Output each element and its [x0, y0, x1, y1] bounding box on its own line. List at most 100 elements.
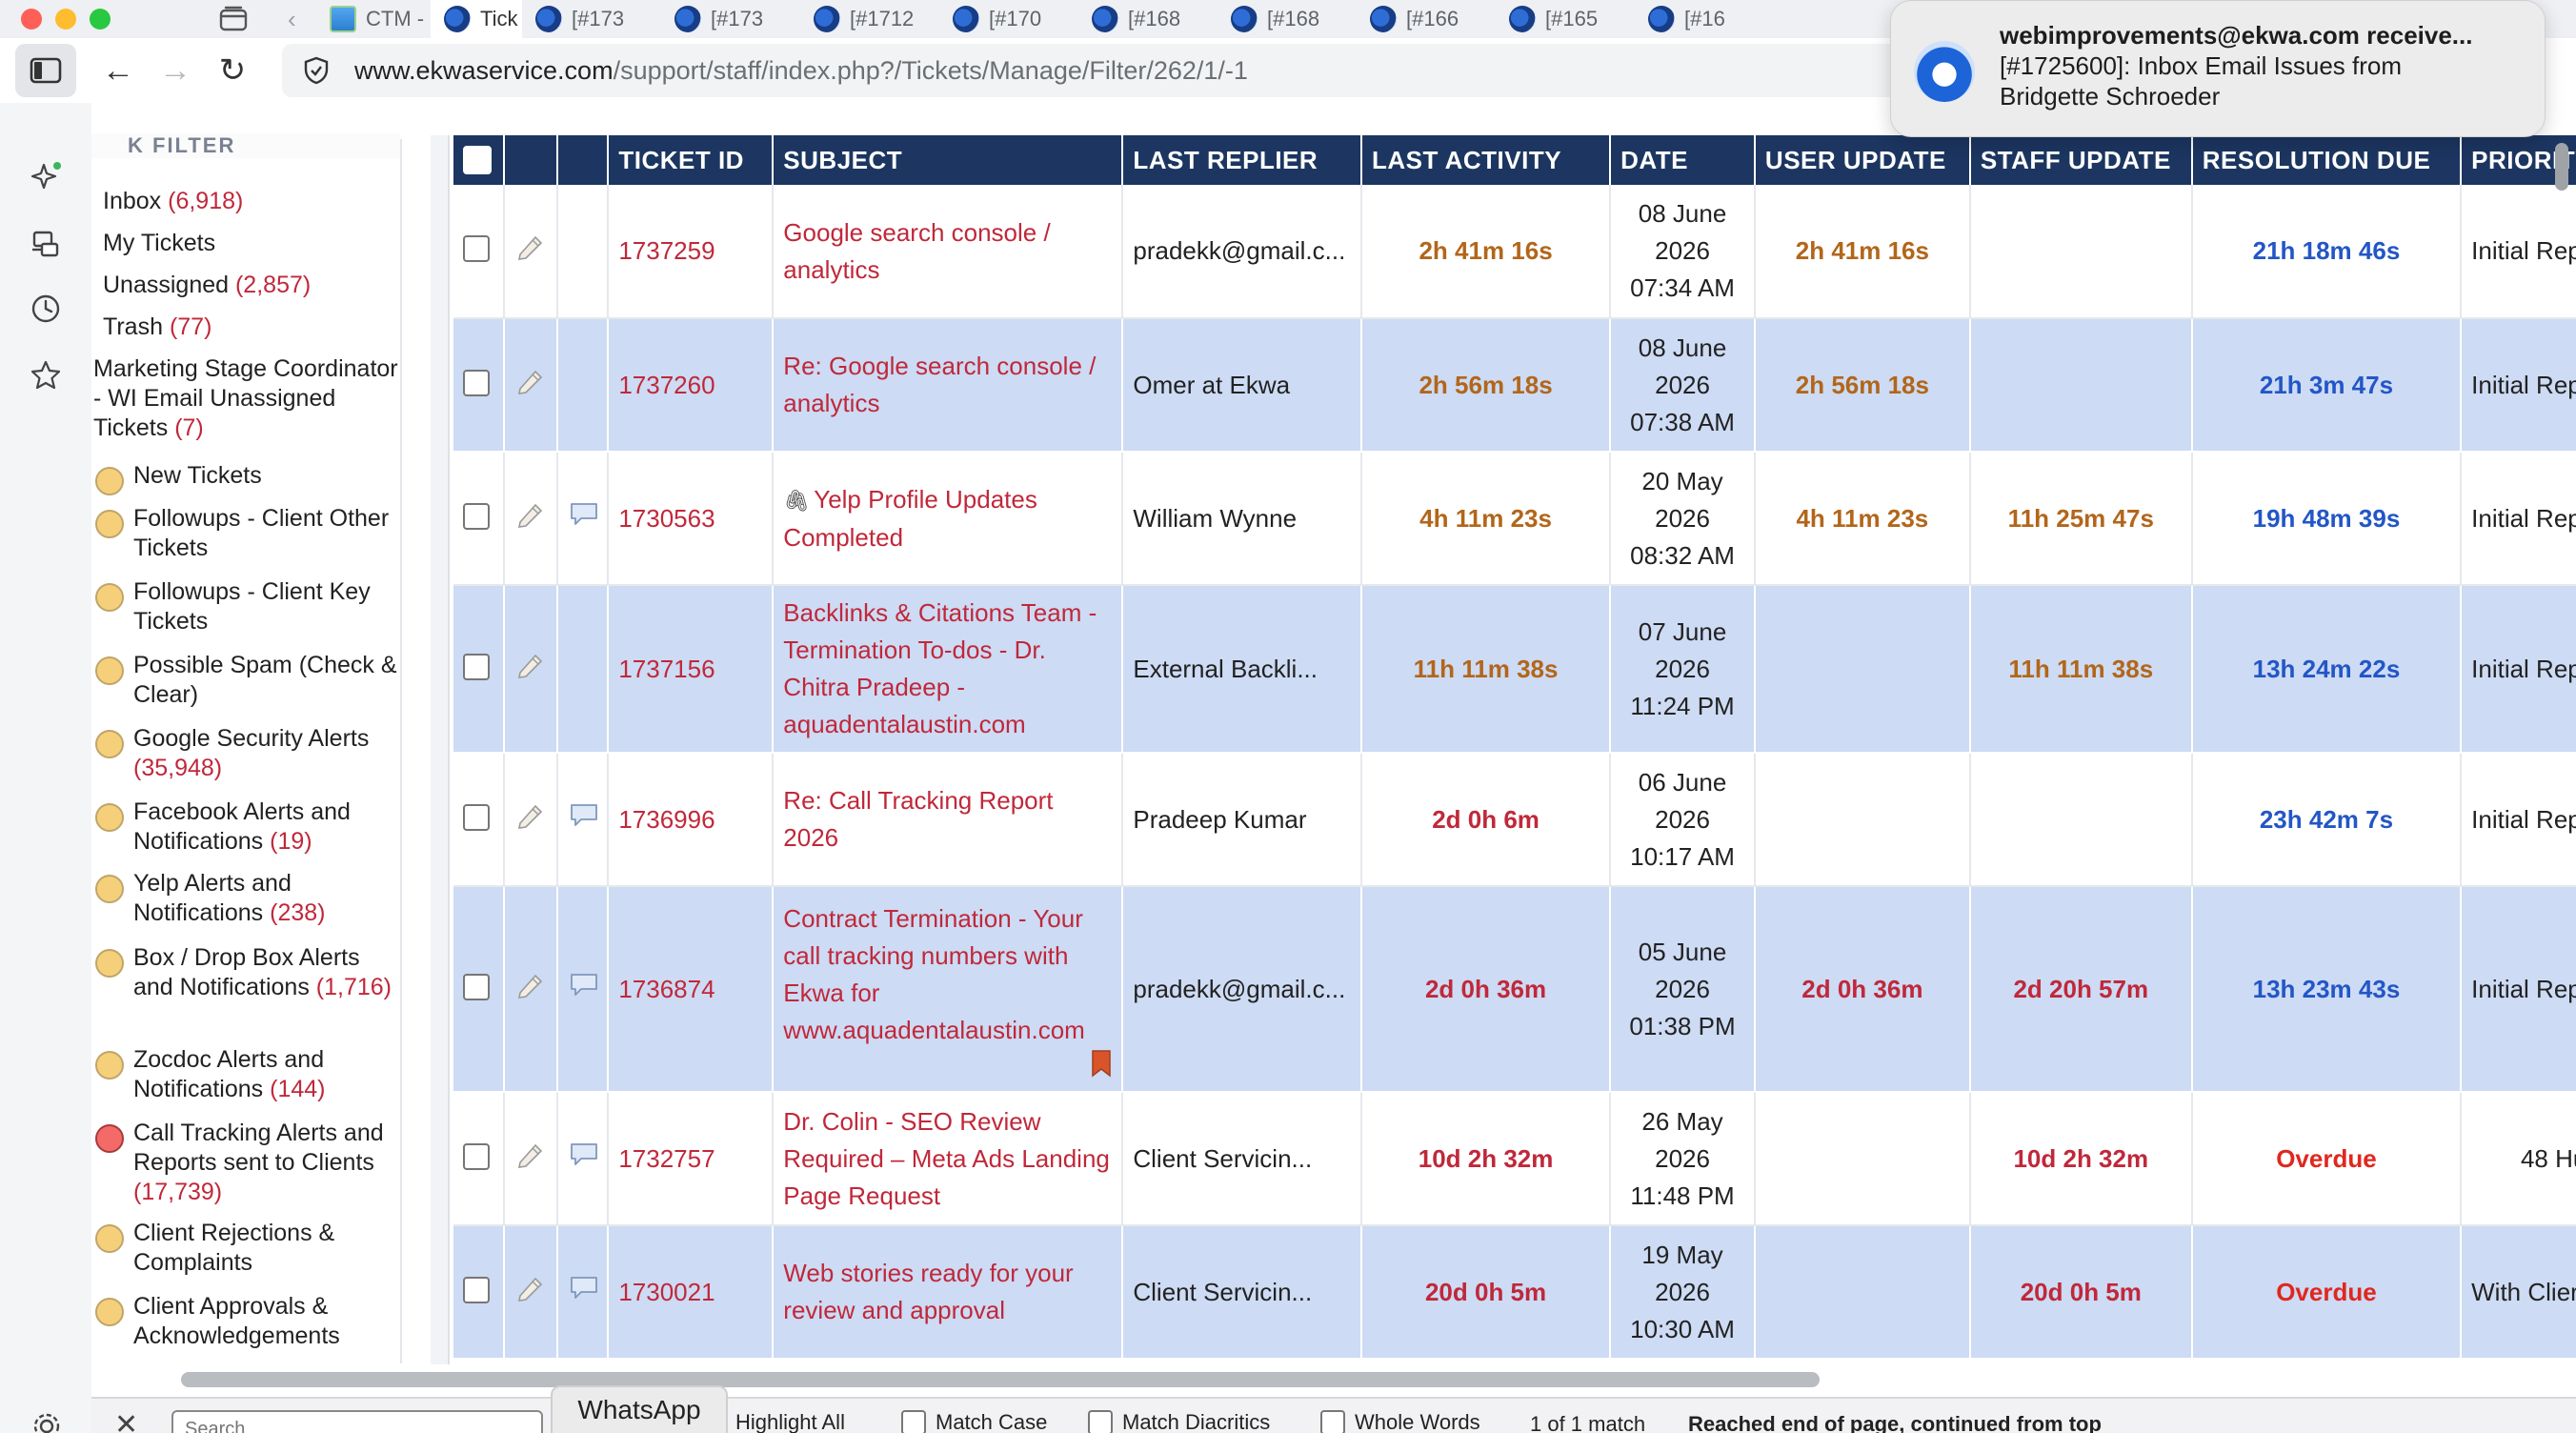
tab-scroll-left-icon[interactable]: ‹	[288, 5, 316, 34]
forward-arrow-icon[interactable]: →	[147, 44, 204, 97]
site-security-shield-icon[interactable]	[301, 55, 332, 86]
edit-pencil-icon[interactable]	[514, 1138, 547, 1170]
whole-words-option[interactable]: Whole Words	[1320, 1410, 1480, 1433]
subject-cell[interactable]: Dr. Colin - SEO Review Required – Meta A…	[773, 1092, 1124, 1226]
table-row[interactable]: 1730021 Web stories ready for your review…	[453, 1225, 2576, 1360]
ticket-id-cell[interactable]: 1737260	[608, 318, 775, 453]
edit-pencil-icon[interactable]	[514, 1271, 547, 1303]
row-checkbox[interactable]	[463, 369, 490, 396]
table-row[interactable]: 1737156 Backlinks & Citations Team - Term…	[453, 585, 2576, 754]
filter-item[interactable]: Inbox (6,918)	[103, 187, 243, 216]
find-input[interactable]	[171, 1410, 543, 1433]
ticket-id-cell[interactable]: 1730021	[608, 1225, 775, 1360]
vertical-scrollbar[interactable]	[2555, 143, 2568, 191]
filter-item[interactable]: Facebook Alerts and Notifications (19)	[95, 797, 400, 857]
whatsapp-tab[interactable]: WhatsApp	[551, 1385, 728, 1433]
ticket-id-cell[interactable]: 1732757	[608, 1092, 775, 1226]
table-row[interactable]: 1737260 Re: Google search console / analy…	[453, 318, 2576, 453]
chat-bubble-icon[interactable]	[568, 1273, 600, 1302]
table-row[interactable]: 1730563 🖇 Yelp Profile Updates Completed Wi…	[453, 452, 2576, 586]
browser-tab[interactable]: [#168	[1078, 0, 1218, 38]
row-checkbox[interactable]	[463, 235, 490, 262]
synced-tabs-icon[interactable]	[29, 227, 63, 261]
sparkle-icon[interactable]	[29, 160, 63, 194]
chat-bubble-icon[interactable]	[568, 970, 600, 999]
filter-item[interactable]: Marketing Stage Coordinator - WI Email U…	[93, 354, 398, 443]
subject-cell[interactable]: Re: Call Tracking Report 2026	[773, 753, 1124, 887]
filter-item[interactable]: Trash (77)	[103, 313, 211, 342]
subject-cell[interactable]: Contract Termination - Your call trackin…	[773, 886, 1124, 1093]
zoom-window-button[interactable]	[90, 9, 111, 30]
ticket-id-cell[interactable]: 1736874	[608, 886, 775, 1093]
ticket-id-cell[interactable]: 1737259	[608, 185, 775, 319]
table-row[interactable]: 1737259 Google search console / analytics…	[453, 185, 2576, 319]
browser-tab[interactable]: [#170	[939, 0, 1078, 38]
subject-text[interactable]: Web stories ready for your review and ap…	[783, 1259, 1073, 1324]
subject-cell[interactable]: 🖇 Yelp Profile Updates Completed	[773, 452, 1124, 586]
filter-item[interactable]: My Tickets	[103, 229, 215, 258]
table-row[interactable]: 1732757 Dr. Colin - SEO Review Required –…	[453, 1092, 2576, 1226]
ticket-id-cell[interactable]: 1737156	[608, 585, 775, 754]
url-field[interactable]: www.ekwaservice.com/support/staff/index.…	[282, 44, 2044, 97]
chat-bubble-icon[interactable]	[568, 800, 600, 829]
match-case-option[interactable]: Match Case	[901, 1410, 1047, 1433]
header-ticket-id[interactable]: TICKET ID	[608, 135, 775, 185]
settings-gear-icon[interactable]	[30, 1410, 63, 1433]
find-close-icon[interactable]: ✕	[114, 1408, 138, 1433]
minimize-window-button[interactable]	[55, 9, 76, 30]
header-user-update[interactable]: USER UPDATE	[1754, 135, 1971, 185]
header-resolution-due[interactable]: RESOLUTION DUE	[2191, 135, 2463, 185]
edit-pencil-icon[interactable]	[514, 364, 547, 396]
edit-pencil-icon[interactable]	[514, 798, 547, 831]
filter-item[interactable]: Followups - Client Key Tickets	[95, 577, 400, 636]
subject-text[interactable]: Yelp Profile Updates Completed	[783, 485, 1037, 552]
row-checkbox[interactable]	[463, 653, 490, 680]
header-subject[interactable]: SUBJECT	[773, 135, 1124, 185]
edit-pencil-icon[interactable]	[514, 648, 547, 680]
filter-item[interactable]: Box / Drop Box Alerts and Notifications …	[95, 943, 400, 1002]
row-checkbox[interactable]	[463, 1276, 490, 1303]
subject-text[interactable]: Re: Call Tracking Report 2026	[783, 786, 1053, 852]
subject-text[interactable]: Contract Termination - Your call trackin…	[783, 904, 1085, 1044]
filter-item[interactable]: New Tickets	[95, 461, 400, 495]
header-date[interactable]: DATE	[1610, 135, 1756, 185]
filter-item[interactable]: Yelp Alerts and Notifications (238)	[95, 869, 400, 928]
row-checkbox[interactable]	[463, 502, 490, 530]
subject-text[interactable]: Dr. Colin - SEO Review Required – Meta A…	[783, 1107, 1110, 1210]
row-checkbox[interactable]	[463, 973, 490, 1000]
email-notification[interactable]: webimprovements@ekwa.com receive... [#17…	[1890, 0, 2546, 137]
browser-tab[interactable]: [#165	[1496, 0, 1635, 38]
bookmark-flag-icon[interactable]	[1091, 1049, 1112, 1078]
ticket-id-cell[interactable]: 1736996	[608, 753, 775, 887]
subject-text[interactable]: Re: Google search console / analytics	[783, 352, 1096, 417]
filter-item[interactable]: Possible Spam (Check & Clear)	[95, 651, 400, 710]
history-clock-icon[interactable]	[29, 292, 63, 326]
row-checkbox[interactable]	[463, 1142, 490, 1170]
horizontal-scrollbar[interactable]	[181, 1372, 1820, 1387]
edit-pencil-icon[interactable]	[514, 230, 547, 262]
select-all-checkbox[interactable]	[463, 145, 492, 174]
edit-pencil-icon[interactable]	[514, 968, 547, 1000]
filter-item[interactable]: Client Approvals & Acknowledgements	[95, 1292, 400, 1351]
chat-bubble-icon[interactable]	[568, 1140, 600, 1168]
browser-tab[interactable]: [#173	[661, 0, 800, 38]
browser-tab[interactable]: [#16	[1635, 0, 1774, 38]
ticket-id-cell[interactable]: 1730563	[608, 452, 775, 586]
header-staff-update[interactable]: STAFF UPDATE	[1969, 135, 2193, 185]
browser-tab[interactable]: CTM -	[316, 0, 431, 38]
table-row[interactable]: 1736996 Re: Call Tracking Report 2026 Prad…	[453, 753, 2576, 887]
filter-item[interactable]: Call Tracking Alerts and Reports sent to…	[95, 1119, 400, 1207]
edit-pencil-icon[interactable]	[514, 497, 547, 530]
subject-cell[interactable]: Web stories ready for your review and ap…	[773, 1225, 1124, 1360]
close-window-button[interactable]	[21, 9, 42, 30]
filter-item[interactable]: Client Rejections & Complaints	[95, 1219, 400, 1278]
row-checkbox[interactable]	[463, 803, 490, 831]
reload-icon[interactable]: ↻	[204, 44, 261, 97]
browser-tab[interactable]: [#173	[522, 0, 661, 38]
subject-cell[interactable]: Re: Google search console / analytics	[773, 318, 1124, 453]
subject-cell[interactable]: Google search console / analytics	[773, 185, 1124, 319]
tab-overview-icon[interactable]	[217, 5, 250, 33]
browser-tab[interactable]: [#168	[1218, 0, 1357, 38]
filter-item[interactable]: Google Security Alerts (35,948)	[95, 724, 400, 783]
sidebar-toggle-icon[interactable]	[15, 44, 76, 97]
